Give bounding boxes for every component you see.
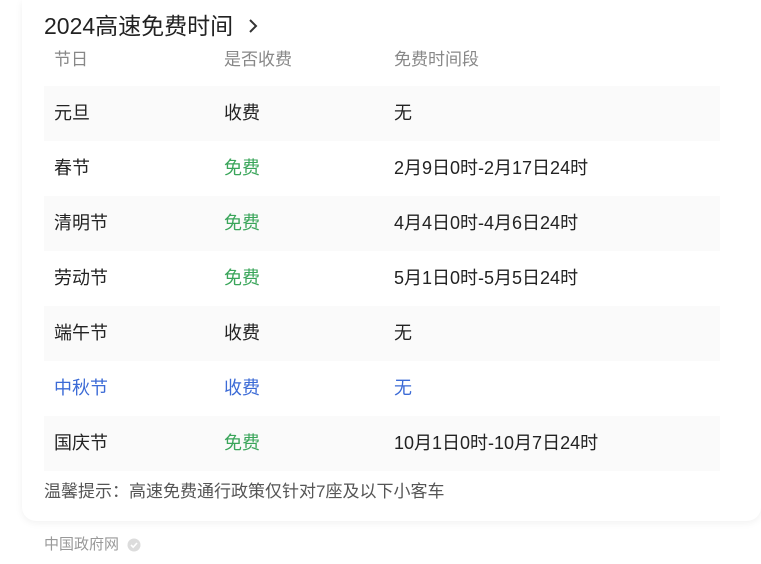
header-holiday: 节日 [54, 50, 88, 69]
card-title-text[interactable]: 2024高速免费时间 [44, 10, 233, 42]
period-cell: 4月4日0时-4月6日24时 [394, 213, 579, 233]
table-row: 元旦 收费 无 [44, 86, 720, 141]
verified-badge-icon [127, 538, 141, 552]
chevron-right-icon [249, 19, 258, 33]
header-toll: 是否收费 [224, 50, 292, 69]
toll-cell: 免费 [224, 158, 260, 178]
holiday-cell: 元旦 [54, 103, 90, 123]
source-name[interactable]: 中国政府网 [44, 534, 119, 556]
table-row-hovered[interactable]: 中秋节 收费 无 [44, 361, 720, 416]
toll-cell: 收费 [224, 323, 260, 343]
toll-cell: 免费 [224, 213, 260, 233]
table-row: 国庆节 免费 10月1日0时-10月7日24时 [44, 416, 720, 471]
holiday-table: 元旦 收费 无 春节 免费 2月9日0时-2月17日24时 清明节 免费 4月4… [44, 86, 720, 471]
table-row: 春节 免费 2月9日0时-2月17日24时 [44, 141, 720, 196]
period-cell: 无 [394, 323, 412, 343]
period-cell: 10月1日0时-10月7日24时 [394, 433, 599, 453]
table-row: 清明节 免费 4月4日0时-4月6日24时 [44, 196, 720, 251]
toll-cell: 收费 [224, 103, 260, 123]
holiday-cell: 春节 [54, 158, 90, 178]
table-row: 劳动节 免费 5月1日0时-5月5日24时 [44, 251, 720, 306]
period-cell: 2月9日0时-2月17日24时 [394, 158, 589, 178]
period-cell: 5月1日0时-5月5日24时 [394, 268, 579, 288]
header-free-period: 免费时间段 [394, 50, 479, 69]
tip-note: 温馨提示：高速免费通行政策仅针对7座及以下小客车 [44, 482, 445, 501]
holiday-cell: 端午节 [54, 323, 108, 343]
holiday-cell: 清明节 [54, 213, 108, 233]
holiday-cell[interactable]: 中秋节 [54, 361, 108, 416]
card-title[interactable]: 2024高速免费时间 [44, 10, 263, 42]
holiday-cell: 劳动节 [54, 268, 108, 288]
period-cell[interactable]: 无 [394, 361, 412, 416]
toll-cell[interactable]: 收费 [224, 361, 260, 416]
holiday-cell: 国庆节 [54, 433, 108, 453]
source-link[interactable]: 中国政府网 [44, 534, 141, 556]
table-header: 节日 是否收费 免费时间段 [44, 46, 720, 74]
table-row: 端午节 收费 无 [44, 306, 720, 361]
toll-cell: 免费 [224, 433, 260, 453]
toll-cell: 免费 [224, 268, 260, 288]
period-cell: 无 [394, 103, 412, 123]
